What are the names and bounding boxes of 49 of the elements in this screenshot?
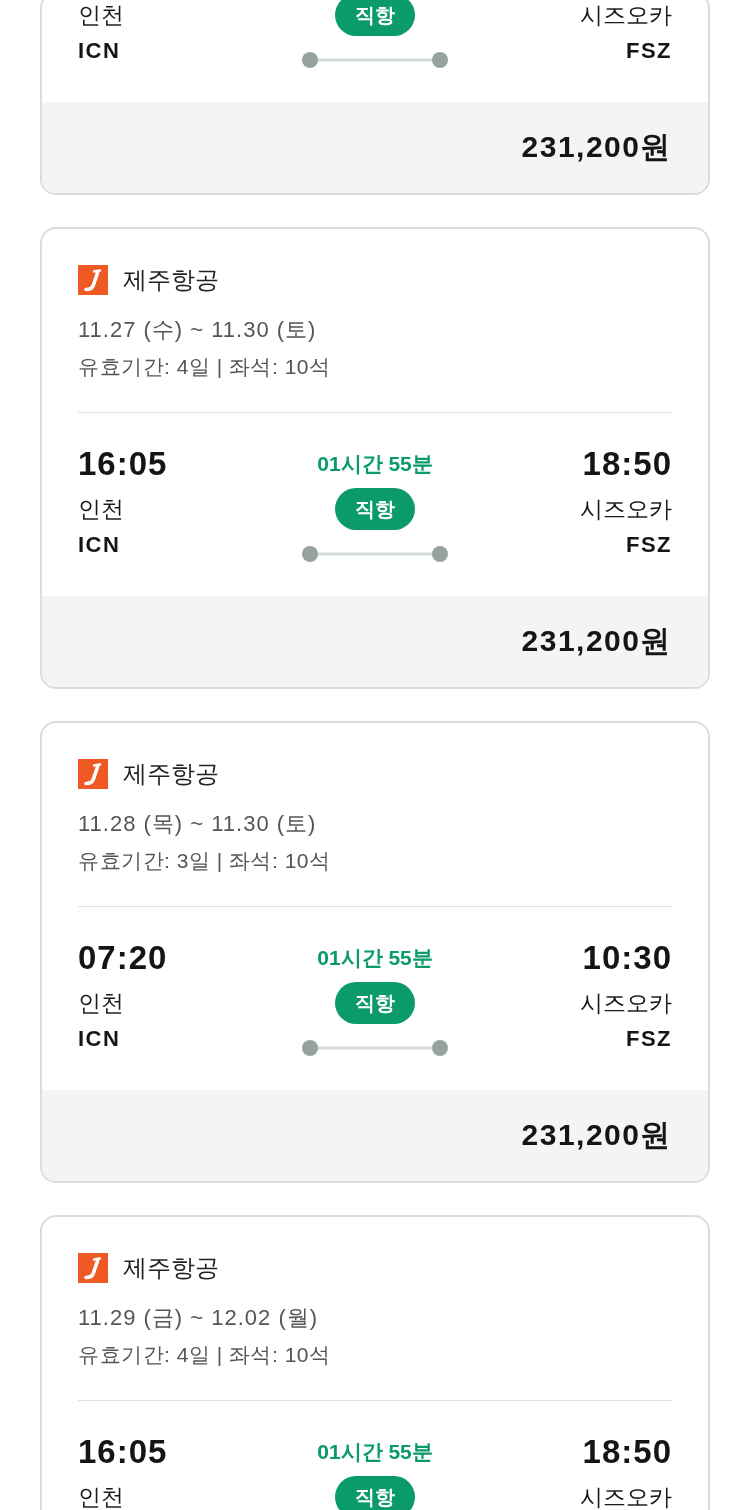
airline-logo-icon [78,759,108,789]
validity-seat-info: 유효기간: 3일 | 좌석: 10석 [78,848,331,874]
flight-card[interactable]: 제주항공 11.29 (금) ~ 12.02 (월) 유효기간: 4일 | 좌석: 10석 16:05 01시간 55분 18:50 인천 직항 시즈오카 [40,1215,710,1510]
validity-seat-info: 유효기간: 4일 | 좌석: 10석 [78,1342,331,1368]
date-range: 11.27 (수) ~ 11.30 (토) [78,316,317,344]
arrival-city: 시즈오카 [580,991,672,1015]
departure-time: 16:05 [78,1432,168,1472]
airline-name: 제주항공 [123,1253,219,1283]
route-line-icon [302,52,448,68]
arrival-code: FSZ [625,1025,672,1053]
departure-time: 07:20 [78,938,168,978]
date-range: 11.28 (목) ~ 11.30 (토) [78,810,317,838]
airline-name: 제주항공 [123,265,219,295]
direct-flight-badge: 직항 [335,982,415,1024]
arrival-time: 18:50 [582,444,672,484]
flight-card[interactable]: 인천 직항 시즈오카 ICN FSZ 231,200원 [40,0,710,195]
flight-duration: 01시간 55분 [317,1439,433,1465]
airline-logo-icon [78,265,108,295]
arrival-city: 시즈오카 [580,1485,672,1509]
flight-duration: 01시간 55분 [317,945,433,971]
departure-city: 인천 [78,497,124,521]
arrival-code: FSZ [625,531,672,559]
departure-city: 인천 [78,991,124,1015]
arrival-time: 18:50 [582,1432,672,1472]
flight-card[interactable]: 제주항공 11.27 (수) ~ 11.30 (토) 유효기간: 4일 | 좌석: 10석 16:05 01시간 55분 18:50 인천 직항 시즈오카 ICN FSZ 231,200원 [40,227,710,689]
arrival-city: 시즈오카 [580,497,672,521]
route-line-icon [302,546,448,562]
price: 231,200원 [521,623,672,659]
departure-city: 인천 [78,1485,124,1509]
date-range: 11.29 (금) ~ 12.02 (월) [78,1304,319,1332]
departure-city: 인천 [78,3,124,27]
airline-name: 제주항공 [123,759,219,789]
departure-code: ICN [78,531,121,559]
direct-flight-badge: 직항 [335,488,415,530]
departure-code: ICN [78,1025,121,1053]
route-line-icon [302,1040,448,1056]
validity-seat-info: 유효기간: 4일 | 좌석: 10석 [78,354,331,380]
airline-logo-icon [78,1253,108,1283]
arrival-time: 10:30 [582,938,672,978]
arrival-code: FSZ [625,37,672,65]
direct-flight-badge: 직항 [335,1476,415,1510]
flight-card[interactable]: 제주항공 11.28 (목) ~ 11.30 (토) 유효기간: 3일 | 좌석: 10석 07:20 01시간 55분 10:30 인천 직항 시즈오카 ICN FSZ 231,200원 [40,721,710,1183]
price: 231,200원 [521,1117,672,1153]
price: 231,200원 [521,129,672,165]
arrival-city: 시즈오카 [580,3,672,27]
direct-flight-badge: 직항 [335,0,415,36]
flight-duration: 01시간 55분 [317,451,433,477]
departure-time: 16:05 [78,444,168,484]
departure-code: ICN [78,37,121,65]
